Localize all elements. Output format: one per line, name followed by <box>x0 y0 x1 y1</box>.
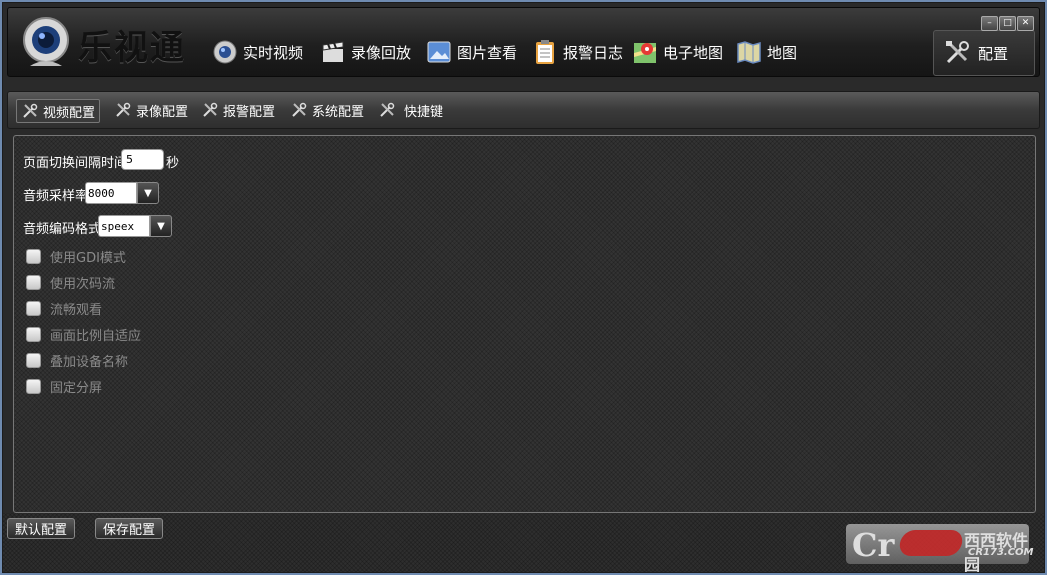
nav-label: 地图 <box>767 43 798 62</box>
app-title: 乐视通 <box>78 28 186 68</box>
interval-unit: 秒 <box>166 156 180 171</box>
checkbox-box[interactable] <box>26 249 41 264</box>
maximize-button[interactable]: □ <box>999 16 1016 31</box>
checkbox-box[interactable] <box>26 353 41 368</box>
nav-label: 电子地图 <box>663 43 724 62</box>
sample-rate-value: 8000 <box>85 182 137 204</box>
nav-alarm-log[interactable]: 报警日志 <box>532 38 623 66</box>
tab-label: 报警配置 <box>223 104 276 120</box>
checkbox-box[interactable] <box>26 275 41 290</box>
clapperboard-icon <box>322 41 344 62</box>
codec-label: 音频编码格式 <box>23 222 102 237</box>
folded-map-icon <box>737 41 761 64</box>
close-button[interactable]: ✕ <box>1017 16 1034 31</box>
tab-label: 视频配置 <box>43 105 96 121</box>
config-button[interactable]: 配置 <box>933 30 1035 76</box>
tools-icon <box>116 102 131 117</box>
watermark-badge <box>897 530 965 556</box>
codec-select[interactable]: speex ▼ <box>98 215 172 237</box>
nav-label: 实时视频 <box>243 43 304 62</box>
tools-icon <box>23 103 38 118</box>
footer-bar: 默认配置 保存配置 Cr 西西软件园 CR173.COM <box>3 513 1044 572</box>
tools-icon <box>946 41 969 64</box>
chevron-down-icon[interactable]: ▼ <box>137 182 159 204</box>
camera-icon <box>213 40 237 64</box>
tools-icon <box>380 102 395 117</box>
config-tab-bar: 视频配置 录像配置 报警配置 系统配置 快捷键 <box>7 91 1040 129</box>
tab-recording-config[interactable]: 录像配置 <box>110 99 192 121</box>
tab-system-config[interactable]: 系统配置 <box>286 99 368 121</box>
codec-value: speex <box>98 215 150 237</box>
tab-alarm-config[interactable]: 报警配置 <box>197 99 279 121</box>
checkbox-smooth-view[interactable]: 流畅观看 <box>26 299 102 318</box>
main-window: 乐视通 实时视频 录像回放 图片查看 报警日志 电子地图 地图 配置 – □ ✕… <box>2 2 1045 573</box>
webcam-logo-icon <box>23 17 69 66</box>
video-config-panel: 页面切换间隔时间 5 秒 音频采样率 8000 ▼ 音频编码格式 speex ▼… <box>13 135 1036 513</box>
checkbox-substream[interactable]: 使用次码流 <box>26 273 115 292</box>
nav-realtime-video[interactable]: 实时视频 <box>212 38 303 66</box>
checkbox-label: 固定分屏 <box>50 381 103 396</box>
watermark-site: CR173.COM <box>968 547 1034 558</box>
checkbox-label: 使用次码流 <box>50 277 116 292</box>
tools-icon <box>292 102 307 117</box>
tab-shortcut-keys[interactable]: 快捷键 <box>374 99 447 121</box>
nav-map[interactable]: 地图 <box>736 38 797 66</box>
interval-label: 页面切换间隔时间 <box>23 156 128 171</box>
checkbox-overlay-device-name[interactable]: 叠加设备名称 <box>26 351 128 370</box>
minimize-button[interactable]: – <box>981 16 998 31</box>
tab-label: 系统配置 <box>312 104 365 120</box>
chevron-down-icon[interactable]: ▼ <box>150 215 172 237</box>
nav-picture-view[interactable]: 图片查看 <box>426 38 517 66</box>
nav-label: 图片查看 <box>457 43 518 62</box>
sample-rate-label: 音频采样率 <box>23 189 89 204</box>
nav-label: 报警日志 <box>563 43 624 62</box>
tab-label: 录像配置 <box>136 104 189 120</box>
tab-video-config[interactable]: 视频配置 <box>16 99 101 123</box>
checkbox-aspect-adaptive[interactable]: 画面比例自适应 <box>26 325 141 344</box>
checkbox-box[interactable] <box>26 379 41 394</box>
top-toolbar: 乐视通 实时视频 录像回放 图片查看 报警日志 电子地图 地图 配置 – □ ✕ <box>7 7 1040 77</box>
watermark-logo-mark: Cr <box>852 526 895 564</box>
checkbox-label: 流畅观看 <box>50 303 103 318</box>
interval-input[interactable]: 5 <box>121 149 164 170</box>
checkbox-gdi-mode[interactable]: 使用GDI模式 <box>26 247 126 266</box>
config-label: 配置 <box>978 44 1009 63</box>
watermark-logo: Cr 西西软件园 CR173.COM <box>846 524 1034 572</box>
tab-label: 快捷键 <box>404 104 444 120</box>
tools-icon <box>203 102 218 117</box>
nav-electronic-map[interactable]: 电子地图 <box>632 38 723 66</box>
default-config-button[interactable]: 默认配置 <box>7 518 75 539</box>
checkbox-fixed-split[interactable]: 固定分屏 <box>26 377 102 396</box>
nav-label: 录像回放 <box>351 43 412 62</box>
save-config-button[interactable]: 保存配置 <box>95 518 163 539</box>
map-pin-icon <box>634 43 656 63</box>
clipboard-icon <box>536 40 554 64</box>
checkbox-label: 叠加设备名称 <box>50 355 129 370</box>
checkbox-box[interactable] <box>26 327 41 342</box>
picture-icon <box>427 41 451 63</box>
checkbox-label: 画面比例自适应 <box>50 329 142 344</box>
checkbox-label: 使用GDI模式 <box>50 251 126 266</box>
checkbox-box[interactable] <box>26 301 41 316</box>
nav-recording-playback[interactable]: 录像回放 <box>320 38 411 66</box>
sample-rate-select[interactable]: 8000 ▼ <box>85 182 159 204</box>
